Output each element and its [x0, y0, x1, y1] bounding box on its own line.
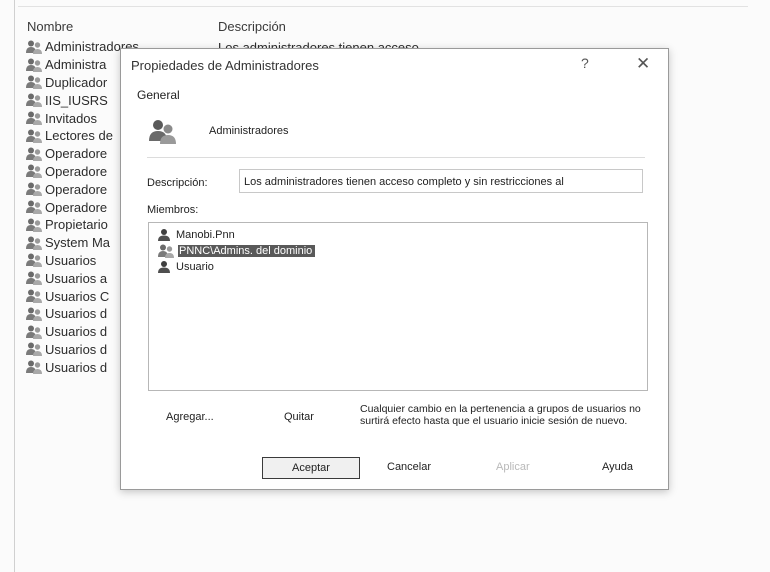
separator: [147, 157, 645, 158]
group-list-item-label: Operadore: [45, 199, 108, 215]
group-icon: [25, 306, 43, 322]
members-label: Miembros:: [147, 204, 199, 216]
member-item[interactable]: Usuario: [157, 259, 214, 275]
group-icon: [25, 74, 43, 90]
group-name: Administradores: [209, 125, 289, 137]
group-list-item-label: Usuarios: [45, 252, 97, 268]
help-icon[interactable]: ?: [581, 55, 589, 71]
group-list-item-label: Usuarios d: [45, 341, 108, 357]
group-list-item-label: Lectores de: [45, 128, 113, 144]
group-list-item-label: Invitados: [45, 110, 98, 126]
group-icon: [25, 92, 43, 108]
group-icon: [25, 270, 43, 286]
remove-button[interactable]: Quitar: [284, 411, 314, 423]
description-label: Descripción:: [147, 177, 208, 189]
member-item-label: PNNC\Admins. del dominio: [178, 245, 316, 257]
group-list-item-label: Usuarios a: [45, 270, 108, 286]
group-list-item-label: Usuarios d: [45, 306, 108, 322]
group-list-item-label: Administra: [45, 57, 107, 73]
members-list[interactable]: Manobi.Pnn PNNC\Admins. del dominio Usuari…: [148, 222, 648, 391]
group-list-item-label: System Ma: [45, 235, 111, 251]
group-icon: [25, 341, 43, 357]
group-icon: [25, 146, 43, 162]
group-icon: [25, 324, 43, 340]
member-item-label: Usuario: [176, 261, 214, 273]
user-icon: [157, 228, 176, 242]
group-icon: [25, 110, 43, 126]
close-icon[interactable]: ✕: [636, 54, 650, 74]
group-list-item-label: Operadore: [45, 146, 108, 162]
description-field[interactable]: Los administradores tienen acceso comple…: [239, 169, 643, 193]
group-icon: [25, 57, 43, 73]
group-list-item-label: Usuarios C: [45, 288, 110, 304]
tab-general[interactable]: General: [137, 88, 180, 102]
member-item[interactable]: Manobi.Pnn: [157, 227, 235, 243]
group-list-item-label: Operadore: [45, 181, 108, 197]
group-icon: [157, 243, 178, 259]
group-icon: [25, 235, 43, 251]
membership-change-note: Cualquier cambio en la pertenencia a gru…: [360, 403, 641, 427]
group-list-item-label: Usuarios d: [45, 359, 108, 375]
apply-button: Aplicar: [496, 461, 530, 473]
column-header-description[interactable]: Descripción: [218, 19, 286, 34]
member-item[interactable]: PNNC\Admins. del dominio: [157, 243, 316, 259]
group-icon: [25, 199, 43, 215]
member-item-label: Manobi.Pnn: [176, 229, 235, 241]
help-button[interactable]: Ayuda: [602, 461, 633, 473]
user-icon: [157, 260, 176, 274]
window-left-edge: [14, 0, 15, 572]
window-top-edge: [18, 6, 748, 7]
group-icon: [25, 163, 43, 179]
properties-dialog: Propiedades de Administradores ? ✕ Gener…: [120, 48, 669, 490]
group-icon: [25, 359, 43, 375]
group-list-item-label: Usuarios d: [45, 324, 108, 340]
group-icon: [25, 288, 43, 304]
group-list-item-label: Propietario: [45, 217, 108, 233]
add-button[interactable]: Agregar...: [166, 411, 214, 423]
group-list-item-label: Duplicador: [45, 74, 108, 90]
cancel-button[interactable]: Cancelar: [387, 461, 431, 473]
accept-button[interactable]: Aceptar: [262, 457, 360, 479]
group-icon: [25, 252, 43, 268]
group-icon: [25, 39, 43, 55]
column-header-name[interactable]: Nombre: [27, 19, 73, 34]
group-list-item-label: Operadore: [45, 163, 108, 179]
dialog-title: Propiedades de Administradores: [131, 58, 319, 73]
group-icon: [25, 217, 43, 233]
group-large-icon: [149, 120, 176, 144]
group-icon: [25, 181, 43, 197]
group-list-item-label: IIS_IUSRS: [45, 92, 108, 108]
group-icon: [25, 128, 43, 144]
